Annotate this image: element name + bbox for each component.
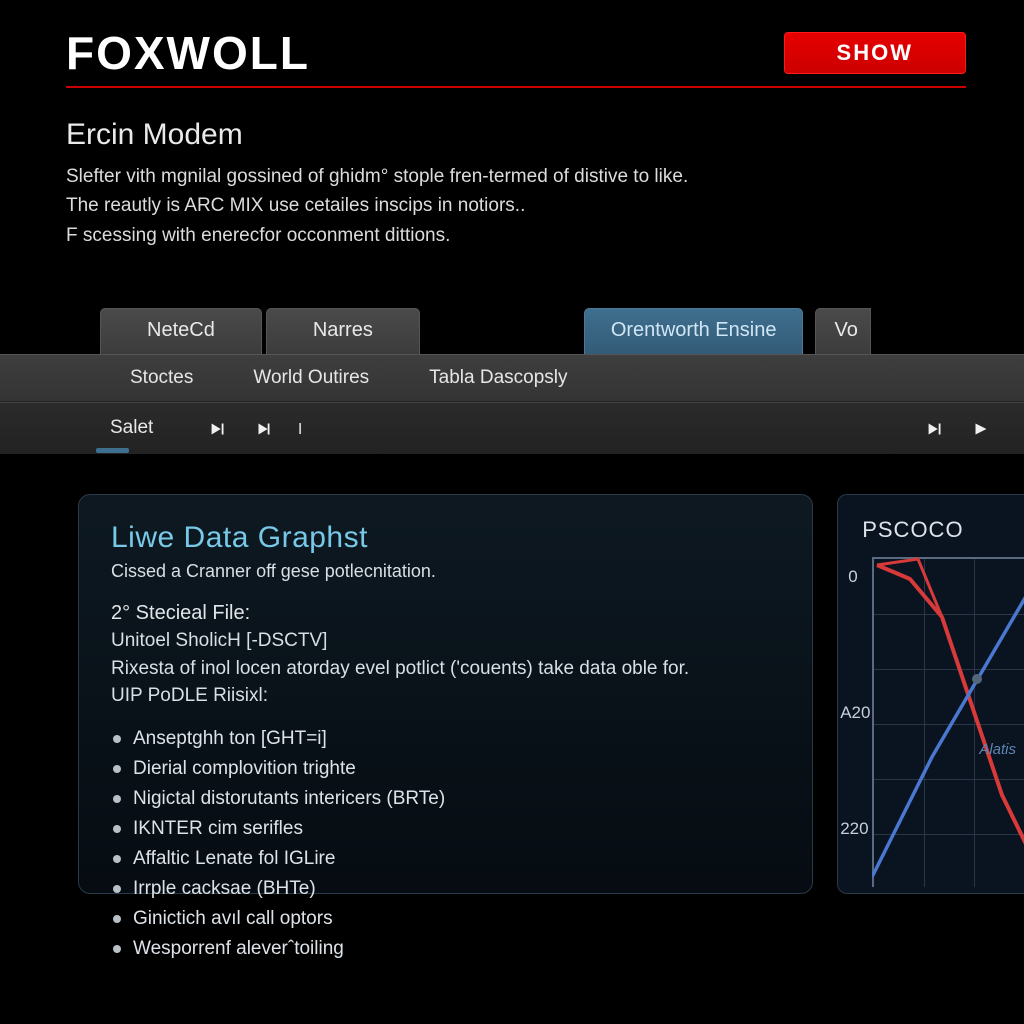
y-tick-label: 220 (840, 819, 868, 839)
skip-back-icon[interactable] (201, 412, 235, 446)
intro-line: F scessing with enerecfor occonment ditt… (66, 221, 958, 250)
chart-title: PSCOCO (862, 517, 1024, 543)
panel-line: Unitoel SholicH [-DSCTV] (111, 627, 780, 655)
panel-bullet-list: Anseptghh ton [GHT=i] Dierial comploviti… (111, 724, 780, 964)
panel-title: Liwe Data Graphst (111, 521, 780, 555)
tabs-secondary: Stoctes World Outires Tabla Dascopsly (0, 354, 1024, 402)
list-item: Wesporrenf aleverˆtoiling (133, 934, 780, 964)
separator-icon: ı (297, 417, 303, 440)
subtab-world-outires[interactable]: World Outires (223, 355, 399, 401)
subtab-tabla-dascopsly[interactable]: Tabla Dascopsly (399, 355, 597, 401)
chart-annotation: Alatis (979, 741, 1016, 758)
intro-line: The reautly is ARC MIX use cetailes insc… (66, 191, 958, 220)
play-next-icon[interactable] (247, 412, 281, 446)
play-forward-icon[interactable] (964, 412, 998, 446)
salet-label: Salet (110, 417, 153, 438)
skip-back-right-icon[interactable] (918, 412, 952, 446)
chart-plot-area (872, 557, 1024, 887)
list-item: Irrple cacksae (BHTe) (133, 874, 780, 904)
chart-card: PSCOCO 0 A20 220 Alatis (837, 494, 1024, 894)
y-tick-label: A20 (840, 703, 870, 723)
show-button[interactable]: SHOW (784, 32, 966, 74)
list-item: IKNTER cim serifles (133, 814, 780, 844)
panel-line: UIP PoDLE Riisixl: (111, 682, 780, 710)
y-tick-label: 0 (848, 567, 857, 587)
brand-logo: FOXWOLL (66, 26, 310, 80)
player-bar: Salet ı (0, 402, 1024, 454)
list-item: Affaltic Lenate fol IGLire (133, 844, 780, 874)
list-item: Dierial complovition trighte (133, 754, 780, 784)
list-item: Nigictal distorutants intericers (BRTe) (133, 784, 780, 814)
list-item: Ginictich avıl call optors (133, 904, 780, 934)
tabs-area: NeteCd Narres Orentworth Ensine Vo Stoct… (0, 308, 1024, 454)
tab-vo[interactable]: Vo (815, 308, 870, 354)
intro-block: Ercin Modem Slefter vith mgnilal gossine… (0, 88, 1024, 250)
tab-orentworth[interactable]: Orentworth Ensine (584, 308, 804, 354)
subtab-stoctes[interactable]: Stoctes (100, 355, 223, 401)
live-data-panel: Liwe Data Graphst Cissed a Cranner off g… (78, 494, 813, 894)
salet-tab[interactable]: Salet (100, 407, 175, 451)
tabs-primary: NeteCd Narres Orentworth Ensine Vo (0, 308, 1024, 354)
list-item: Anseptghh ton [GHT=i] (133, 724, 780, 754)
header: FOXWOLL SHOW (0, 0, 1024, 80)
tab-netecd[interactable]: NeteCd (100, 308, 262, 354)
tab-narres[interactable]: Narres (266, 308, 420, 354)
panel-line: Rixesta of inol locen atorday evel potli… (111, 655, 780, 683)
page-title: Ercin Modem (66, 118, 958, 152)
content-row: Liwe Data Graphst Cissed a Cranner off g… (0, 454, 1024, 894)
panel-subtitle: Cissed a Cranner off gese potlecnitation… (111, 561, 780, 582)
panel-section: 2° Stecieal File: (111, 602, 780, 625)
intro-line: Slefter vith mgnilal gossined of ghidm° … (66, 162, 958, 191)
